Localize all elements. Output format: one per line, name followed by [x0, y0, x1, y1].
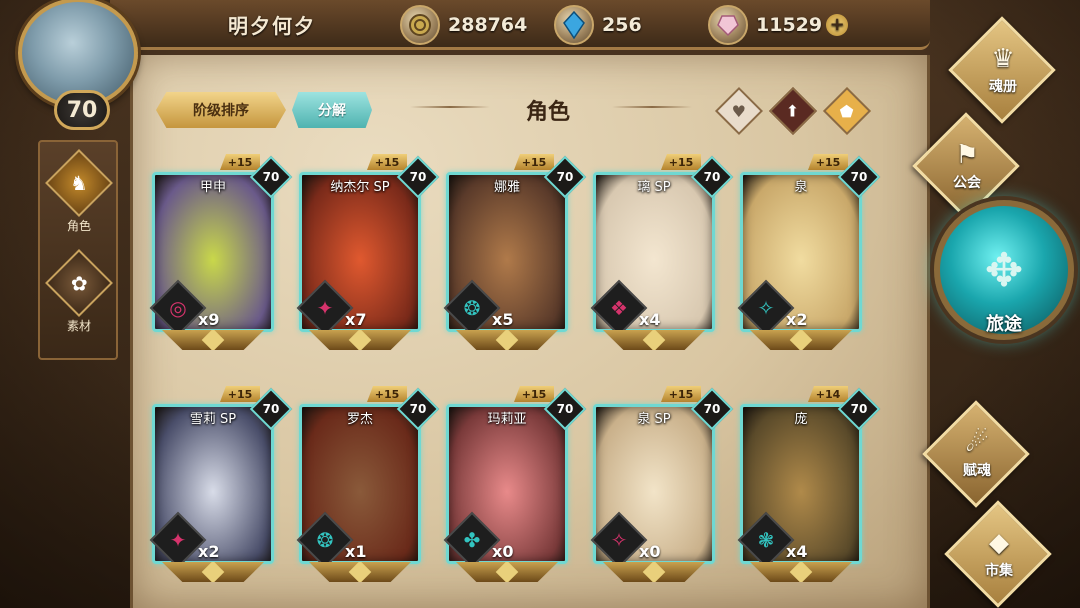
enhance-badge: +15 [514, 386, 554, 402]
player-name: 明夕何夕 [228, 14, 316, 38]
spirit-button[interactable]: ☄ 赋魂 [918, 400, 1036, 508]
card-base-ornament [603, 330, 705, 350]
card-base-ornament [456, 562, 558, 582]
character-card[interactable]: 玛莉亚 +15 70 ✤ x0 [443, 386, 587, 586]
character-card[interactable]: 纳杰尔 SP +15 70 ✦ x7 [296, 154, 440, 354]
market-button[interactable]: ◆ 市集 [940, 500, 1058, 608]
sort-by-rank-button[interactable]: 阶级排序 [156, 92, 286, 128]
tab-materials[interactable]: ✿ 素材 [44, 248, 114, 340]
left-category-nav: ♞ 角色 ✿ 素材 [38, 140, 118, 360]
sword-icon: ⬆ [786, 101, 800, 121]
card-base-ornament [309, 562, 411, 582]
soul-book-icon: ♛ [991, 44, 1015, 74]
title-ornament-left [410, 106, 490, 108]
fragment-count: x0 [492, 542, 514, 561]
character-card[interactable]: 璃 SP +15 70 ❖ x4 [590, 154, 734, 354]
currency-coins: 288764 [400, 5, 528, 45]
pink-gem-icon [708, 5, 748, 45]
enhance-badge: +15 [808, 154, 848, 170]
market-icon: ◆ [989, 528, 1009, 558]
tab-characters-label: 角色 [66, 218, 91, 233]
add-gems-button[interactable]: + [826, 14, 849, 36]
fragment-count: x9 [198, 310, 220, 329]
spirit-icon: ☄ [965, 428, 989, 458]
market-label: 市集 [985, 563, 1013, 579]
card-base-ornament [162, 330, 264, 350]
tab-materials-label: 素材 [66, 318, 91, 333]
title-ornament-right [612, 106, 692, 108]
crystal-value: 256 [602, 14, 642, 36]
journey-label: 旅途 [986, 314, 1022, 335]
fragment-count: x2 [198, 542, 220, 561]
card-base-ornament [456, 330, 558, 350]
helmet-icon: ♞ [45, 148, 113, 217]
enhance-badge: +15 [661, 154, 701, 170]
decompose-button[interactable]: 分解 [292, 92, 372, 128]
player-avatar-block[interactable]: 70 [6, 0, 156, 134]
journey-button[interactable]: ✥ 旅途 [934, 200, 1074, 400]
gem-value: 11529 [756, 14, 823, 36]
character-card[interactable]: 庞 +14 70 ❃ x4 [737, 386, 881, 586]
fragment-count: x4 [786, 542, 808, 561]
card-base-ornament [162, 562, 264, 582]
coin-icon [400, 5, 440, 45]
page-title: 角色 [525, 100, 570, 125]
currency-crystals: 256 [554, 5, 642, 45]
card-base-ornament [750, 330, 852, 350]
enhance-badge: +15 [514, 154, 554, 170]
currency-gems: 11529 + [708, 5, 849, 45]
heart-icon: ♥ [731, 101, 747, 121]
blue-crystal-icon [554, 5, 594, 45]
guild-icon: ⚑ [955, 140, 979, 170]
enhance-badge: +15 [367, 386, 407, 402]
fragment-count: x7 [345, 310, 367, 329]
player-level-badge: 70 [54, 90, 110, 130]
guild-label: 公会 [953, 175, 981, 191]
fragment-count: x0 [639, 542, 661, 561]
shield-icon: ⬟ [840, 101, 854, 121]
coin-value: 288764 [448, 14, 528, 36]
character-card[interactable]: 泉 SP +15 70 ✧ x0 [590, 386, 734, 586]
character-card[interactable]: 罗杰 +15 70 ❂ x1 [296, 386, 440, 586]
soul-book-label: 魂册 [989, 79, 1017, 95]
soul-book-button[interactable]: ♛ 魂册 [944, 16, 1062, 124]
character-card[interactable]: 雪莉 SP +15 70 ✦ x2 [149, 386, 293, 586]
enhance-badge: +14 [808, 386, 848, 402]
character-card[interactable]: 甲申 +15 70 ◎ x9 [149, 154, 293, 354]
character-card[interactable]: 泉 +15 70 ✧ x2 [737, 154, 881, 354]
guild-button[interactable]: ⚑ 公会 [908, 112, 1026, 220]
spirit-label: 赋魂 [963, 463, 991, 479]
card-base-ornament [750, 562, 852, 582]
card-base-ornament [603, 562, 705, 582]
character-card[interactable]: 娜雅 +15 70 ❂ x5 [443, 154, 587, 354]
fragment-count: x5 [492, 310, 514, 329]
tab-characters[interactable]: ♞ 角色 [44, 148, 114, 240]
fragment-count: x1 [345, 542, 367, 561]
fragment-count: x2 [786, 310, 808, 329]
material-icon: ✿ [45, 248, 113, 317]
enhance-badge: +15 [367, 154, 407, 170]
fragment-count: x4 [639, 310, 661, 329]
enhance-badge: +15 [220, 386, 260, 402]
enhance-badge: +15 [661, 386, 701, 402]
enhance-badge: +15 [220, 154, 260, 170]
card-base-ornament [309, 330, 411, 350]
